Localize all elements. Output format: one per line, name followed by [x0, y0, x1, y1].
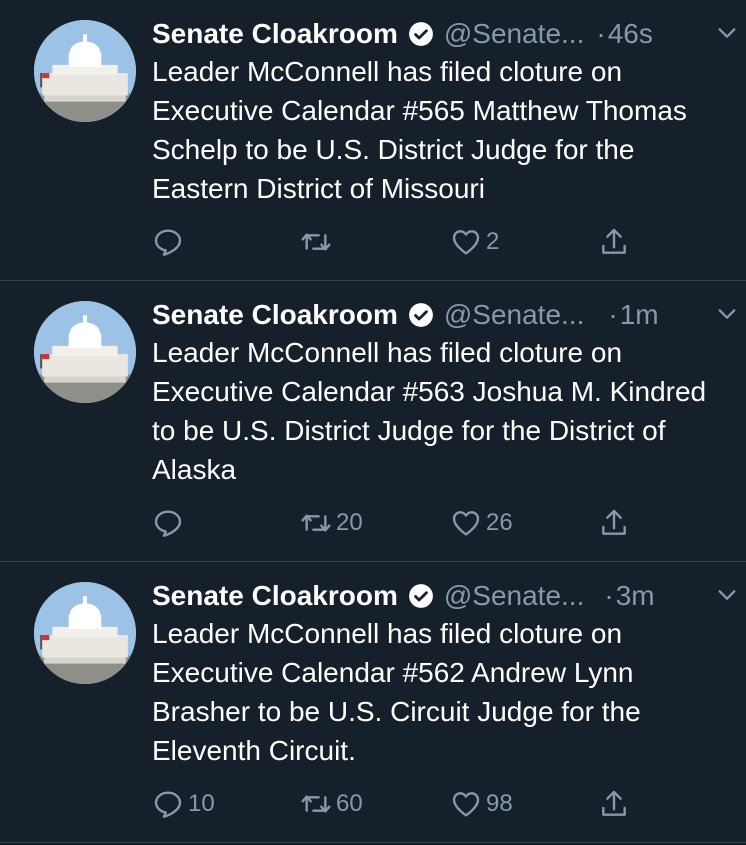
- verified-badge-icon: [408, 584, 433, 608]
- share-icon: [602, 509, 626, 535]
- tweet-text: Leader McConnell has filed cloture on Ex…: [152, 337, 707, 485]
- tweet[interactable]: Senate Cloakroom @Senate... · 3m Leader …: [0, 562, 746, 843]
- author-handle[interactable]: @Senate...: [444, 14, 585, 54]
- reply-icon: [154, 229, 182, 256]
- like-count: 2: [486, 228, 500, 255]
- retweet-count: 20: [336, 509, 363, 536]
- chevron-down-icon[interactable]: [716, 22, 738, 44]
- timestamp[interactable]: 3m: [616, 576, 655, 616]
- share-icon: [602, 228, 626, 254]
- timestamp[interactable]: 46s: [608, 14, 653, 54]
- like-button[interactable]: 2: [450, 222, 499, 262]
- retweet-button[interactable]: 20: [300, 503, 363, 543]
- reply-count: 10: [188, 790, 215, 817]
- share-icon: [602, 790, 626, 816]
- separator-dot: ·: [608, 299, 618, 330]
- reply-button[interactable]: [152, 222, 188, 262]
- share-button[interactable]: [598, 503, 630, 543]
- action-bar: 2: [152, 222, 652, 262]
- tweet-header: Senate Cloakroom @Senate... · 3m: [152, 576, 726, 616]
- author-name[interactable]: Senate Cloakroom: [152, 14, 398, 54]
- share-button[interactable]: [598, 784, 630, 824]
- action-bar: 20 26: [152, 503, 652, 543]
- separator-dot: ·: [596, 18, 606, 49]
- tweet-header: Senate Cloakroom @Senate... · 1m: [152, 295, 726, 335]
- share-button[interactable]: [598, 222, 630, 262]
- tweet-header: Senate Cloakroom @Senate... · 46s: [152, 14, 726, 54]
- retweet-icon: [301, 233, 331, 251]
- avatar[interactable]: [34, 20, 136, 122]
- tweet[interactable]: Senate Cloakroom @Senate... · 1m Leader …: [0, 281, 746, 562]
- like-button[interactable]: 98: [450, 784, 513, 824]
- action-bar: 10 60 98: [152, 784, 652, 824]
- retweet-button[interactable]: [300, 222, 336, 262]
- tweet-text: Leader McConnell has filed cloture on Ex…: [152, 618, 641, 766]
- retweet-icon: [301, 514, 331, 532]
- tweet[interactable]: Senate Cloakroom @Senate... · 46s Leader…: [0, 0, 746, 281]
- heart-icon: [452, 230, 480, 255]
- avatar[interactable]: [34, 301, 136, 403]
- timestamp[interactable]: 1m: [620, 295, 659, 335]
- author-name[interactable]: Senate Cloakroom: [152, 295, 398, 335]
- retweet-button[interactable]: 60: [300, 784, 363, 824]
- author-handle[interactable]: @Senate...: [444, 576, 585, 616]
- retweet-icon: [301, 795, 331, 813]
- author-name[interactable]: Senate Cloakroom: [152, 576, 398, 616]
- author-handle[interactable]: @Senate...: [444, 295, 585, 335]
- retweet-count: 60: [336, 790, 363, 817]
- reply-icon: [154, 510, 182, 537]
- avatar[interactable]: [34, 582, 136, 684]
- like-button[interactable]: 26: [450, 503, 513, 543]
- like-count: 98: [486, 790, 513, 817]
- reply-button[interactable]: 10: [152, 784, 215, 824]
- separator-dot: ·: [604, 580, 614, 611]
- chevron-down-icon[interactable]: [716, 584, 738, 606]
- verified-badge-icon: [408, 303, 433, 327]
- verified-badge-icon: [408, 22, 433, 46]
- like-count: 26: [486, 509, 513, 536]
- heart-icon: [452, 792, 480, 817]
- heart-icon: [452, 511, 480, 536]
- chevron-down-icon[interactable]: [716, 303, 738, 325]
- reply-button[interactable]: [152, 503, 188, 543]
- reply-icon: [154, 791, 182, 818]
- tweet-text: Leader McConnell has filed cloture on Ex…: [152, 56, 687, 204]
